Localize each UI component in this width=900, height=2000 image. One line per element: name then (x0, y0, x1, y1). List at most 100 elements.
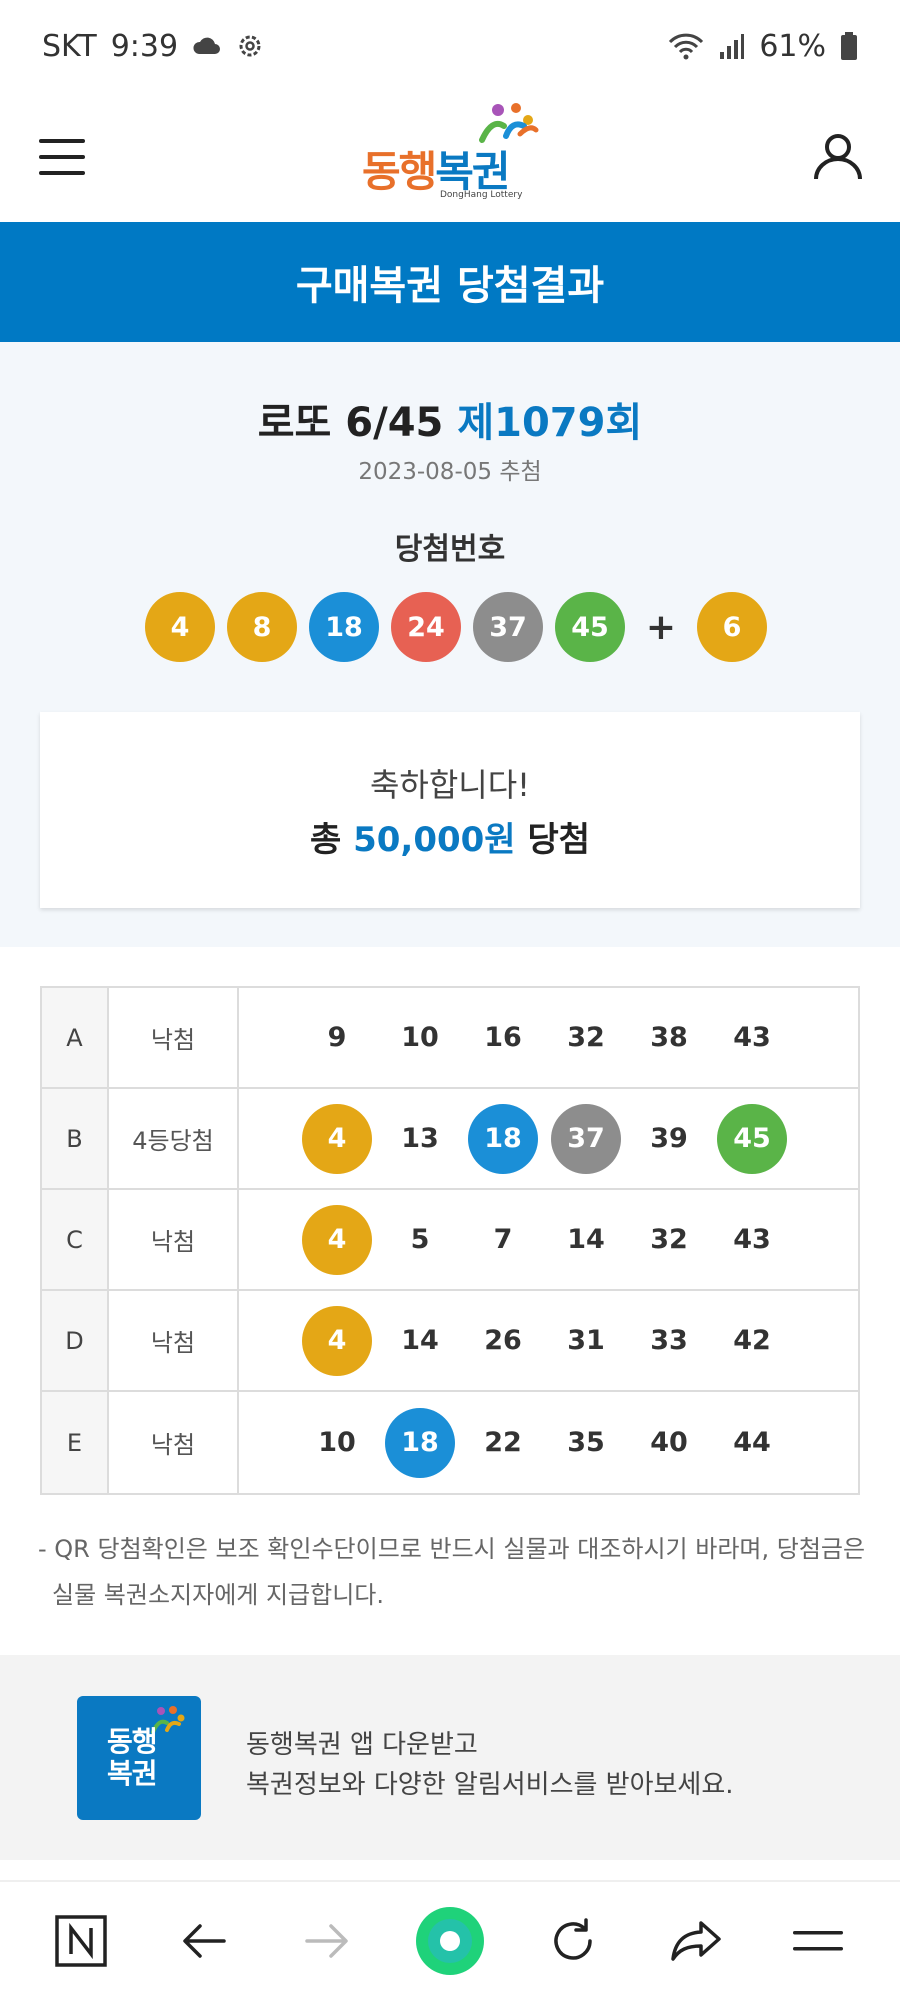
site-header: 동행복권 DongHang Lottery (0, 92, 900, 222)
donghang-lottery-logo[interactable]: 동행복권 DongHang Lottery (362, 100, 542, 210)
ticket-number: 9 (327, 1022, 347, 1053)
notice-line-1: - QR 당첨확인은 보조 확인수단이므로 반드시 실물과 대조하시기 바라며,… (38, 1535, 866, 1563)
ticket-results-table: A 낙첨 9 10 16 32 38 43 B 4등당첨 4 13 18 37 39 45 C 낙첨 4 5 7 14 32… (40, 986, 860, 1495)
winning-numbers: 4 8 18 24 37 45 +6 (145, 592, 767, 662)
winning-ball: 45 (555, 592, 625, 662)
ticket-number: 7 (493, 1224, 513, 1255)
ticket-number: 44 (733, 1427, 771, 1458)
draw-round: 제1079회 (457, 400, 643, 446)
ticket-number: 16 (484, 1022, 522, 1053)
ticket-number: 10 (401, 1022, 439, 1053)
draw-date: 2023-08-05 추첨 (358, 459, 542, 485)
ticket-result: 낙첨 (109, 1291, 239, 1390)
winning-ball: 18 (309, 592, 379, 662)
prize-prefix: 총 (309, 820, 342, 860)
ticket-result: 낙첨 (109, 1190, 239, 1289)
app-promo-banner[interactable]: 동행 복권 동행복권 앱 다운받고 복권정보와 다양한 알림서비스를 받아보세요… (0, 1655, 900, 1860)
ticket-number: 5 (410, 1224, 430, 1255)
ticket-number: 32 (567, 1022, 605, 1053)
app-logo-line-1: 동행 (107, 1725, 158, 1758)
bonus-ball: 6 (697, 592, 767, 662)
ticket-number: 40 (650, 1427, 688, 1458)
logo-subtitle: DongHang Lottery (440, 190, 523, 200)
promo-text: 동행복권 앱 다운받고 복권정보와 다양한 알림서비스를 받아보세요. (246, 1725, 734, 1805)
page-title-banner: 구매복권 당첨결과 (0, 222, 900, 342)
winning-ball: 8 (227, 592, 297, 662)
ticket-numbers: 4 5 7 14 32 43 (239, 1190, 858, 1289)
winning-numbers-label: 당첨번호 (394, 532, 506, 567)
matched-number-ball: 18 (468, 1103, 538, 1174)
refresh-icon[interactable] (537, 1905, 609, 1977)
green-dot-icon[interactable] (414, 1905, 486, 1977)
ticket-row: C 낙첨 4 5 7 14 32 43 (42, 1190, 858, 1291)
ticket-result: 낙첨 (109, 1392, 239, 1493)
ticket-game-label: E (42, 1392, 109, 1493)
prize-total: 총 50,000원 당첨 (40, 812, 860, 861)
matched-number-ball: 45 (717, 1103, 787, 1174)
ticket-number: 14 (567, 1224, 605, 1255)
ticket-numbers: 9 10 16 32 38 43 (239, 988, 858, 1087)
bonus-plus-sign: + (645, 606, 677, 648)
ticket-game-label: A (42, 988, 109, 1087)
browser-bottom-bar (0, 1880, 900, 2000)
ticket-number: 43 (733, 1224, 771, 1255)
promo-line-2: 복권정보와 다양한 알림서비스를 받아보세요. (246, 1770, 734, 1800)
forward-arrow-icon[interactable] (291, 1905, 363, 1977)
game-name: 로또 6/45 (257, 400, 444, 446)
status-bar: SKT 9:39 61% (0, 0, 900, 92)
share-icon[interactable] (660, 1905, 732, 1977)
ticket-number: 26 (484, 1325, 522, 1356)
menu-icon[interactable] (782, 1905, 854, 1977)
ticket-number: 31 (567, 1325, 605, 1356)
ticket-numbers: 4 14 26 31 33 42 (239, 1291, 858, 1390)
cloud-icon (192, 36, 222, 56)
winning-ball: 24 (391, 592, 461, 662)
ticket-result: 4등당첨 (109, 1089, 239, 1188)
matched-number-ball: 4 (302, 1204, 372, 1275)
prize-suffix: 당첨 (527, 820, 590, 860)
ticket-numbers: 10 18 22 35 40 44 (239, 1392, 858, 1493)
ticket-row: B 4등당첨 4 13 18 37 39 45 (42, 1089, 858, 1190)
congrats-card: 축하합니다! 총 50,000원 당첨 (40, 712, 860, 908)
app-logo-line-2: 복권 (107, 1757, 158, 1790)
back-arrow-icon[interactable] (168, 1905, 240, 1977)
matched-number-ball: 18 (385, 1407, 455, 1478)
ticket-result: 낙첨 (109, 988, 239, 1087)
carrier-label: SKT (42, 28, 97, 64)
ticket-number: 13 (401, 1123, 439, 1154)
ticket-number: 10 (318, 1427, 356, 1458)
logo-text-donghang: 동행 (362, 147, 437, 196)
ticket-game-label: D (42, 1291, 109, 1390)
matched-number-ball: 37 (551, 1103, 621, 1174)
ticket-number: 38 (650, 1022, 688, 1053)
app-logo: 동행 복권 (77, 1696, 201, 1820)
user-icon[interactable] (812, 131, 864, 183)
ticket-number: 39 (650, 1123, 688, 1154)
signal-icon (719, 32, 745, 60)
naver-home-icon[interactable] (45, 1905, 117, 1977)
winning-ball: 37 (473, 592, 543, 662)
winning-ball: 4 (145, 592, 215, 662)
battery-icon (840, 31, 858, 61)
wifi-icon (667, 31, 705, 61)
ticket-number: 42 (733, 1325, 771, 1356)
ticket-row: A 낙첨 9 10 16 32 38 43 (42, 988, 858, 1089)
ticket-number: 35 (567, 1427, 605, 1458)
hamburger-menu-icon[interactable] (36, 131, 88, 183)
time-label: 9:39 (110, 28, 179, 64)
ticket-number: 14 (401, 1325, 439, 1356)
qr-notice: - QR 당첨확인은 보조 확인수단이므로 반드시 실물과 대조하시기 바라며,… (38, 1526, 868, 1618)
draw-title: 로또 6/45 제1079회 (0, 390, 900, 448)
matched-number-ball: 4 (302, 1305, 372, 1376)
ticket-row: E 낙첨 10 18 22 35 40 44 (42, 1392, 858, 1493)
ticket-number: 32 (650, 1224, 688, 1255)
logo-text-bokgwon: 복권 (435, 147, 510, 196)
ticket-number: 33 (650, 1325, 688, 1356)
ticket-row: D 낙첨 4 14 26 31 33 42 (42, 1291, 858, 1392)
ticket-number: 22 (484, 1427, 522, 1458)
ticket-number: 43 (733, 1022, 771, 1053)
promo-line-1: 동행복권 앱 다운받고 (246, 1730, 478, 1760)
settings-icon (236, 32, 264, 60)
battery-label: 61% (759, 28, 826, 64)
draw-result-section: 로또 6/45 제1079회 2023-08-05 추첨 당첨번호 4 8 18 24… (0, 342, 900, 947)
